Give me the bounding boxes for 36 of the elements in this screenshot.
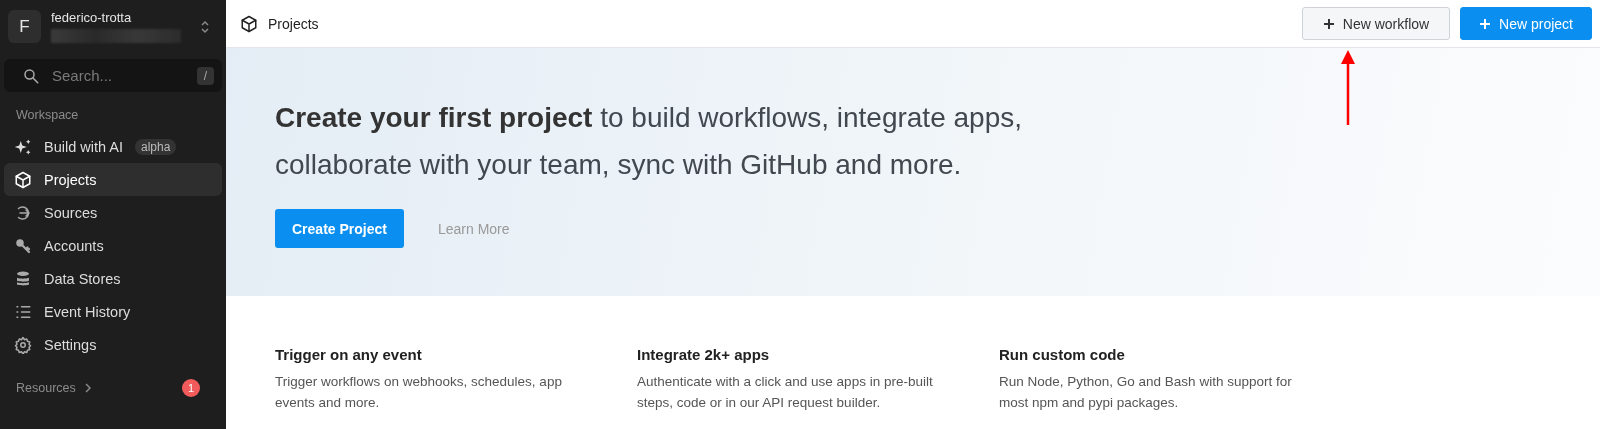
nav-item[interactable]: Event History — [4, 295, 222, 328]
account-name: federico-trotta — [51, 10, 133, 25]
resources-link[interactable]: Resources — [16, 381, 76, 395]
database-icon — [14, 269, 32, 288]
cube-icon — [14, 170, 32, 189]
cube-icon — [240, 14, 258, 33]
nav-item[interactable]: Sources — [4, 196, 222, 229]
search-input[interactable]: Search... — [50, 66, 187, 85]
feature-text: Authenticate with a click and use apps in pre-built steps, code or in our API request builder. — [637, 373, 934, 412]
feature-title: Run custom code — [999, 346, 1126, 363]
plus-icon — [1322, 17, 1335, 30]
gear-icon — [14, 335, 32, 354]
key-icon — [14, 236, 32, 255]
nav-item[interactable]: Accounts — [4, 229, 222, 262]
notification-count: 1 — [182, 379, 200, 397]
new-workflow-button[interactable]: New workflow — [1302, 7, 1450, 40]
section-label: Workspace — [15, 107, 80, 124]
shortcut-key: / — [196, 66, 214, 85]
sparkle-icon — [14, 137, 32, 156]
page-title: Projects — [268, 15, 320, 32]
nav-item[interactable]: Settings — [4, 328, 222, 361]
alpha-badge: alpha — [135, 138, 177, 155]
nav-item[interactable]: Data Stores — [4, 262, 222, 295]
hero-heading: Create your first project to build workflows, integrate apps, collaborate with your team, sync with GitHub and more. — [275, 101, 1023, 182]
chevron-icon[interactable] — [200, 19, 210, 34]
chevron-icon — [83, 383, 92, 393]
feature-title: Integrate 2k+ apps — [637, 346, 771, 363]
feature-text: Trigger workflows on webhooks, schedules, app events and more. — [275, 373, 563, 412]
search-icon — [22, 66, 40, 85]
nav-item[interactable]: Build with AI alpha — [4, 130, 222, 163]
avatar[interactable]: F — [8, 10, 41, 43]
feature-title: Trigger on any event — [275, 346, 423, 363]
search-field[interactable]: Search... / — [4, 59, 222, 92]
plus-icon — [1479, 17, 1492, 30]
nav-item[interactable]: Projects — [4, 163, 222, 196]
feature-text: Run Node, Python, Go and Bash with support for most npm and pypi packages. — [999, 373, 1293, 412]
